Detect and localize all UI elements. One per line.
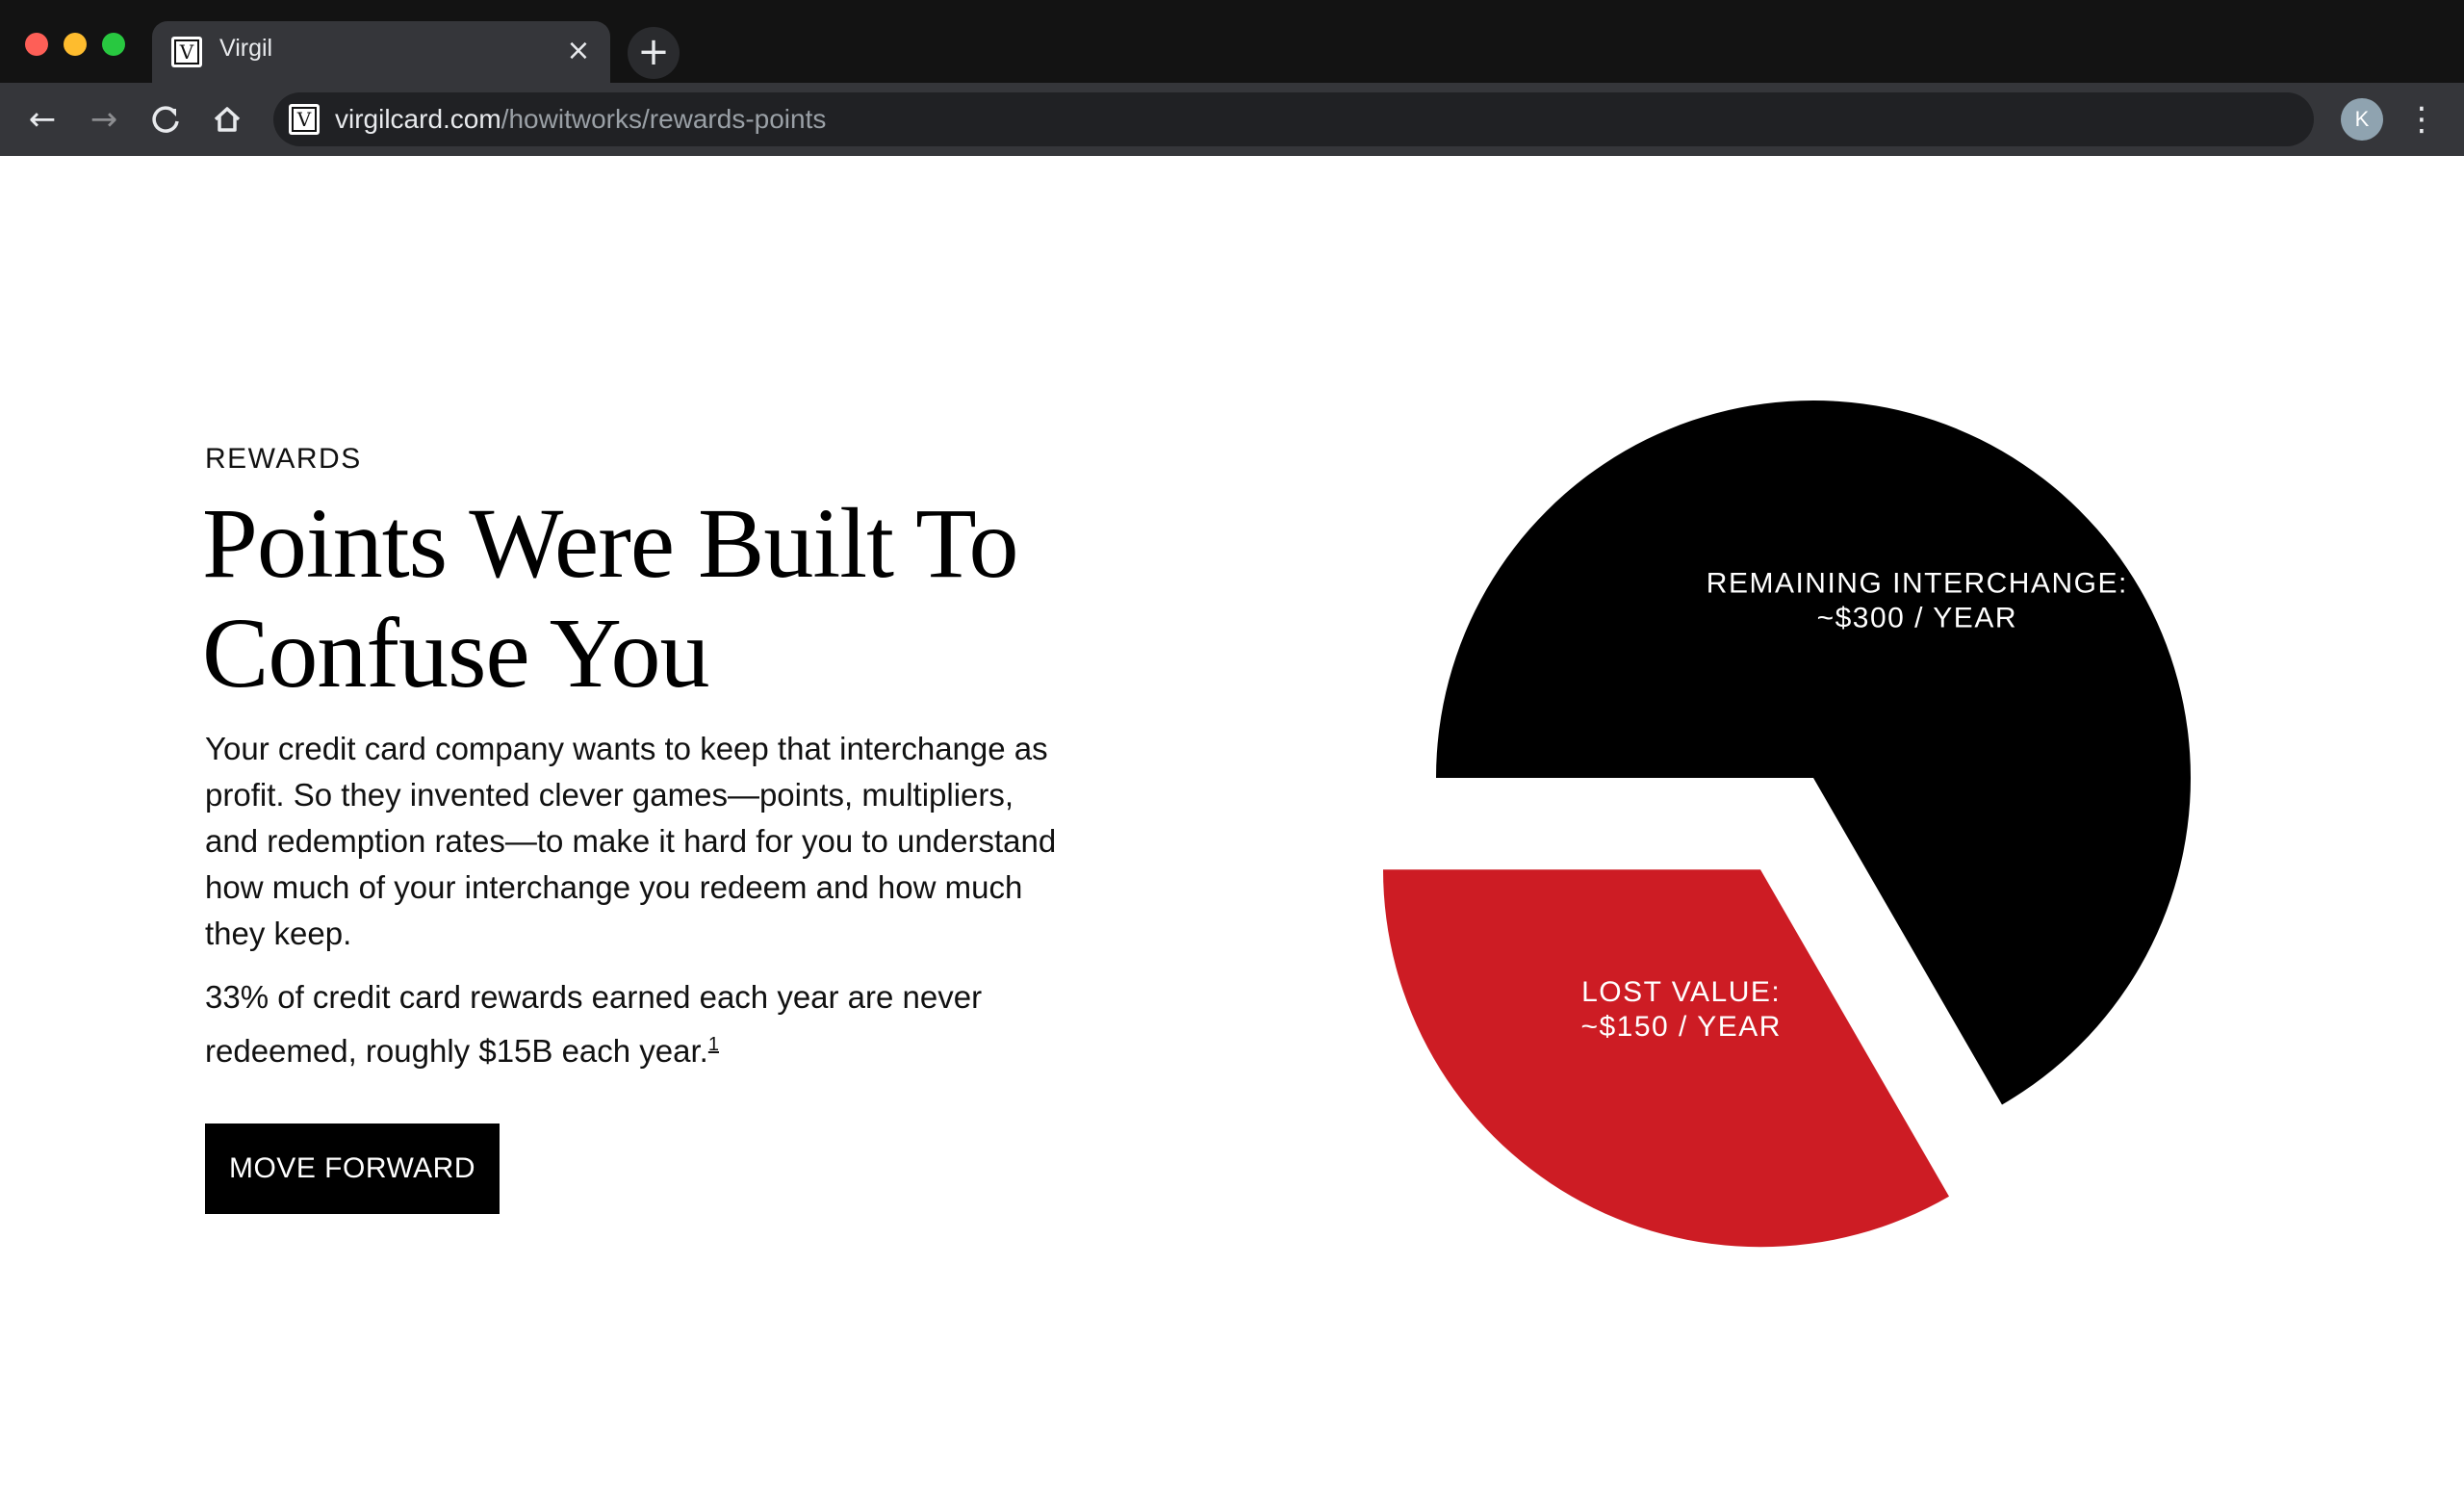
tab-strip: V Virgil × + (0, 0, 2464, 83)
headline-line-2: Confuse You (202, 598, 709, 709)
zoom-window-button[interactable] (102, 33, 125, 56)
pie-slice-1-value-label: ~$150 / YEAR (1580, 1011, 1781, 1043)
stat-text: 33% of credit card rewards earned each y… (205, 979, 983, 1069)
pie-slice-0-category-label: REMAINING INTERCHANGE: (1707, 567, 2128, 599)
headline-line-1: Points Were Built To (202, 488, 1018, 599)
page-headline: Points Were Built To Confuse You (202, 489, 1068, 709)
url-path: /howitworks/rewards-points (500, 104, 827, 134)
profile-avatar[interactable]: K (2341, 98, 2383, 141)
pie-slice-0 (1436, 400, 2191, 1105)
site-favicon-icon: V (289, 104, 320, 135)
browser-chrome: V Virgil × + ← → V virgilcard.com/howitw… (0, 0, 2464, 156)
pie-slice-0-value-label: ~$300 / YEAR (1817, 602, 2017, 633)
reload-glyph (152, 106, 179, 133)
stat-paragraph: 33% of credit card rewards earned each y… (205, 970, 1071, 1078)
footnote-link[interactable]: 1 (708, 1034, 719, 1055)
url-host: virgilcard.com (335, 104, 501, 134)
forward-arrow-icon[interactable]: → (81, 96, 127, 142)
move-forward-button[interactable]: MOVE FORWARD (205, 1124, 500, 1214)
more-vertical-icon[interactable]: ⋮ (2402, 96, 2441, 142)
reload-icon[interactable] (142, 96, 189, 142)
tab-title: Virgil (219, 35, 273, 62)
url-text[interactable]: virgilcard.com/howitworks/rewards-points (335, 104, 826, 135)
address-bar[interactable]: V virgilcard.com/howitworks/rewards-poin… (273, 92, 2314, 146)
minimize-window-button[interactable] (64, 33, 87, 56)
pie-slice-1-category-label: LOST VALUE: (1581, 976, 1781, 1008)
close-window-button[interactable] (25, 33, 48, 56)
virgil-favicon-icon: V (171, 37, 202, 67)
back-arrow-icon[interactable]: ← (19, 96, 65, 142)
tab-close-icon[interactable]: × (562, 35, 595, 67)
home-icon[interactable] (204, 96, 250, 142)
section-eyebrow: REWARDS (205, 443, 362, 475)
browser-tab[interactable]: V Virgil × (152, 21, 610, 83)
pie-slice-1 (1383, 869, 1949, 1248)
body-paragraph: Your credit card company wants to keep t… (205, 731, 1057, 951)
home-glyph (214, 107, 241, 132)
new-tab-button[interactable]: + (628, 27, 680, 79)
browser-toolbar: ← → V virgilcard.com/howitworks/rewards-… (0, 83, 2464, 156)
